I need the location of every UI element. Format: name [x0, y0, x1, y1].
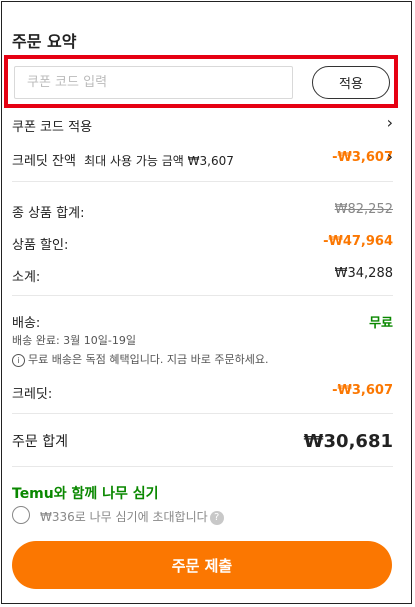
order-total-label: 주문 합계 [12, 434, 68, 450]
divider [12, 295, 393, 296]
subtotal-label: 소계: [12, 270, 41, 285]
items-total-row: 종 상품 합계: ₩82,252 [12, 202, 393, 221]
apply-coupon-button[interactable]: 적용 [312, 66, 390, 99]
tree-planting-option-label: ₩336로 나무 심기에 초대합니다 [40, 510, 208, 524]
shipping-eta: 배송 완료: 3월 10일-19일 [12, 334, 136, 347]
subtotal-value: ₩34,288 [334, 266, 393, 281]
shipping-row: 배송: 무료 [12, 312, 393, 331]
chevron-right-icon[interactable]: › [387, 147, 393, 166]
discount-label: 상품 할인: [12, 238, 69, 253]
shipping-note: i 무료 배송은 독점 혜택입니다. 지금 바로 주문하세요. [12, 351, 269, 367]
items-total-value: ₩82,252 [334, 202, 393, 217]
shipping-value: 무료 [369, 316, 393, 331]
divider [12, 466, 393, 467]
shipping-note-text: 무료 배송은 독점 혜택입니다. 지금 바로 주문하세요. [28, 353, 269, 366]
items-total-label: 종 상품 합계: [12, 206, 85, 221]
info-icon: i [12, 353, 25, 367]
divider [12, 413, 393, 414]
chevron-right-icon[interactable]: › [387, 113, 393, 132]
credit-value: -₩3,607 [332, 383, 393, 398]
coupon-code-input[interactable] [14, 66, 293, 99]
question-icon[interactable]: ? [209, 510, 224, 525]
shipping-label: 배송: [12, 316, 41, 331]
divider [12, 181, 393, 182]
credit-row: 크레딧: -₩3,607 [12, 383, 393, 402]
tree-planting-option[interactable]: ₩336로 나무 심기에 초대합니다? [40, 508, 224, 525]
tree-planting-radio[interactable] [12, 506, 30, 524]
submit-order-button[interactable]: 주문 제출 [12, 541, 392, 589]
apply-coupon-link-label: 쿠폰 코드 적용 [12, 120, 93, 135]
credit-balance-value: -₩3,607 [332, 150, 393, 165]
apply-coupon-link[interactable]: 쿠폰 코드 적용 [12, 116, 393, 135]
subtotal-row: 소계: ₩34,288 [12, 266, 393, 285]
page-title: 주문 요약 [12, 32, 77, 51]
credit-balance-row[interactable]: 크레딧 잔액 최대 사용 가능 금액 ₩3,607 -₩3,607 [12, 150, 393, 169]
discount-row: 상품 할인: -₩47,964 [12, 234, 393, 253]
credit-balance-label: 크레딧 잔액 [12, 154, 76, 169]
tree-planting-title: Temu와 함께 나무 심기 [12, 486, 159, 502]
order-total-value: ₩30,681 [303, 431, 393, 452]
discount-value: -₩47,964 [323, 234, 393, 249]
credit-balance-detail: 최대 사용 가능 금액 ₩3,607 [84, 154, 234, 168]
credit-label: 크레딧: [12, 387, 53, 402]
